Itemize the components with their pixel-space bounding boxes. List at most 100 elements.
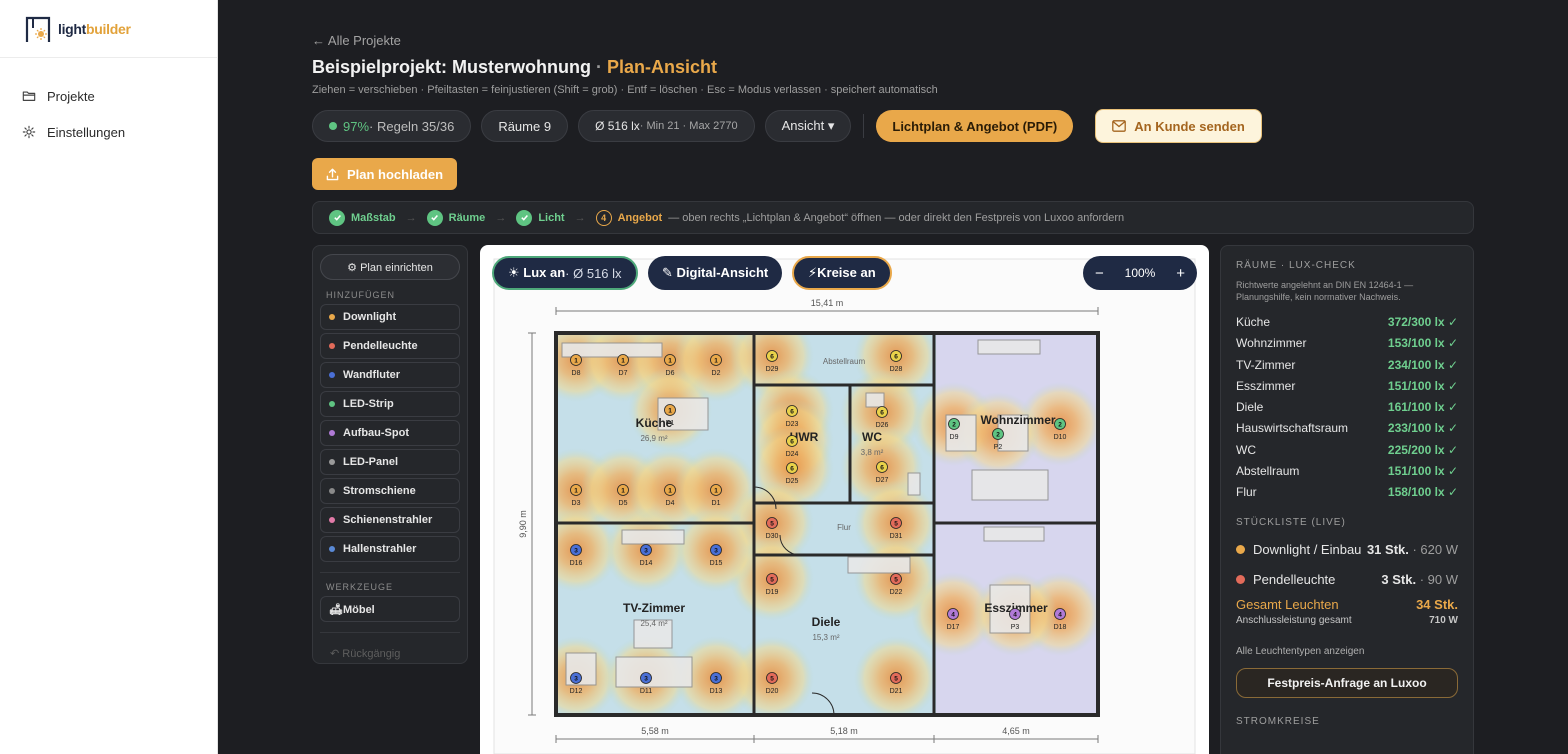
bom-watt: · 620 W [1408, 541, 1458, 557]
color-dot-icon [329, 488, 335, 494]
lux-row[interactable]: Hauswirtschaftsraum 233/100 lx ✓ [1236, 421, 1458, 442]
lux-value: 234/100 lx ✓ [1387, 357, 1458, 372]
fixture-circuit: 2 [996, 432, 1000, 439]
lux-stats-pill[interactable]: Ø 516 lx · Min 21 · Max 2770 [578, 110, 755, 142]
fixture-tool[interactable]: Schienenstrahler [320, 507, 460, 533]
fixed-price-request-button[interactable]: Festpreis-Anfrage an Luxoo [1236, 667, 1458, 698]
step-arrow-icon: → [495, 211, 507, 224]
fixture-label: D19 [766, 589, 779, 596]
keyboard-hint: Ziehen = verschieben · Pfeiltasten = fei… [312, 84, 938, 96]
fixture-label: D15 [710, 560, 723, 567]
logo-mark-icon [25, 16, 51, 42]
lux-row[interactable]: Esszimmer 151/100 lx ✓ [1236, 379, 1458, 400]
fixture-tool[interactable]: Pendelleuchte [320, 333, 460, 359]
fixture-tool[interactable]: Aufbau-Spot [320, 420, 460, 446]
lux-room: Esszimmer [1236, 378, 1296, 393]
digital-view-toggle[interactable]: ✎ Digital-Ansicht [648, 256, 783, 290]
floor-plan[interactable]: 15,41 m 9,90 m 5,58 m 5,18 m 4,65 m Küch… [480, 245, 1209, 754]
lux-minmax: · Min 21 · Max 2770 [639, 120, 738, 132]
logo-text-a: light [58, 20, 87, 37]
fixture-tool-label: Pendelleuchte [343, 340, 418, 352]
sidebar-item-projekte[interactable]: Projekte [0, 78, 217, 114]
lux-value: 233/100 lx ✓ [1387, 421, 1458, 436]
fixture-tool[interactable]: Stromschiene [320, 478, 460, 504]
fixture-tool[interactable]: Downlight [320, 304, 460, 330]
lux-row[interactable]: Diele 161/100 lx ✓ [1236, 400, 1458, 421]
fixture-label: D25 [786, 478, 799, 485]
fixture-tool[interactable]: Wandfluter [320, 362, 460, 388]
bom-count: 31 Stk. [1366, 541, 1409, 557]
room-label-flur: Flur [837, 523, 851, 532]
fixture-label: D17 [947, 624, 960, 631]
back-link[interactable]: ← Alle Projekte [312, 33, 401, 48]
fixture-circuit: 3 [644, 676, 648, 683]
show-all-types-link[interactable]: Alle Leuchtentypen anzeigen [1236, 646, 1458, 657]
lux-row[interactable]: Abstellraum 151/100 lx ✓ [1236, 464, 1458, 485]
sidebar-item-einstellungen[interactable]: Einstellungen [0, 114, 217, 150]
step-licht[interactable]: Licht [516, 209, 565, 226]
lux-value: 151/100 lx ✓ [1387, 464, 1458, 479]
color-dot-icon [329, 517, 335, 523]
fixture-label: D20 [766, 688, 779, 695]
fixture-label: D3 [572, 500, 581, 507]
fixture-label: D29 [766, 366, 779, 373]
fixture-circuit: 1 [668, 358, 672, 365]
room-area-kueche: 26,9 m² [640, 434, 667, 443]
lux-row[interactable]: Küche 372/300 lx ✓ [1236, 315, 1458, 336]
dim-bottom-3: 4,65 m [1002, 726, 1030, 736]
page-title-sep: · [591, 57, 608, 77]
fixture-circuit: 6 [790, 466, 794, 473]
step-massstab[interactable]: Maßstab [329, 209, 396, 226]
lux-room: Diele [1236, 400, 1264, 415]
logo[interactable]: lightbuilder [0, 0, 217, 58]
furniture-tool[interactable]: 🛋Möbel [320, 596, 460, 622]
folder-icon [22, 91, 36, 101]
circuits-toggle[interactable]: ⚡Kreise an [792, 256, 892, 290]
view-dropdown[interactable]: Ansicht ▾ [764, 110, 852, 142]
lux-room: Küche [1236, 315, 1271, 329]
fixture-circuit: 6 [790, 409, 794, 416]
floor-plan-canvas[interactable]: 15,41 m 9,90 m 5,58 m 5,18 m 4,65 m Küch… [480, 245, 1209, 754]
fixture-circuit: 3 [714, 676, 718, 683]
bom-count: 3 Stk. [1381, 571, 1417, 587]
lux-toggle[interactable]: ☀ Lux an · Ø 516 lx [492, 256, 638, 290]
fixture-label: D26 [876, 422, 889, 429]
fixture-label: D5 [619, 500, 628, 507]
mail-icon [1112, 120, 1127, 132]
room-label-diele: Diele [812, 615, 841, 629]
lux-row[interactable]: Flur 158/100 lx ✓ [1236, 485, 1458, 506]
fixture-circuit: 1 [668, 488, 672, 495]
rooms-pill[interactable]: Räume 9 [481, 110, 569, 142]
zoom-out-button[interactable]: − [1095, 265, 1104, 282]
lux-value: 153/100 lx ✓ [1387, 336, 1458, 351]
fixture-tool[interactable]: Hallenstrahler [320, 536, 460, 562]
step-raeume[interactable]: Räume [426, 209, 485, 226]
rules-score-pill[interactable]: 97% · Regeln 35/36 [312, 110, 472, 142]
fixture-circuit: 2 [1058, 422, 1062, 429]
pdf-offer-button[interactable]: Lichtplan & Angebot (PDF) [876, 110, 1074, 142]
fixture-tool[interactable]: LED-Panel [320, 449, 460, 475]
room-label-wohnzimmer: Wohnzimmer [980, 413, 1055, 427]
send-to-customer-button[interactable]: An Kunde senden [1095, 109, 1262, 143]
bom-row: Pendelleuchte 3 Stk. · 90 W [1236, 571, 1458, 589]
lux-row[interactable]: Wohnzimmer 153/100 lx ✓ [1236, 336, 1458, 357]
lux-row[interactable]: TV-Zimmer 234/100 lx ✓ [1236, 358, 1458, 379]
connected-load-value: 710 W [1429, 614, 1458, 626]
check-icon [329, 209, 345, 226]
zoom-in-button[interactable]: + [1176, 265, 1185, 282]
fixture-label: D9 [950, 434, 959, 441]
lux-row[interactable]: WC 225/200 lx ✓ [1236, 443, 1458, 464]
upload-plan-button[interactable]: Plan hochladen [312, 158, 457, 190]
setup-plan-button[interactable]: ⚙ Plan einrichten [320, 254, 460, 280]
lux-value: 372/300 lx ✓ [1387, 315, 1458, 329]
fixture-label: D27 [876, 477, 889, 484]
room-label-abstellraum: Abstellraum [823, 357, 866, 366]
undo-button[interactable]: ↶ Rückgängig [320, 647, 460, 660]
main-area: ← Alle Projekte Beispielprojekt: Musterw… [218, 0, 1568, 754]
step-angebot[interactable]: 4 Angebot [595, 209, 662, 226]
fixture-circuit: 6 [790, 439, 794, 446]
fixture-tool[interactable]: LED-Strip [320, 391, 460, 417]
color-dot-icon [329, 430, 335, 436]
lux-list: Küche 372/300 lx ✓ Wohnzimmer 153/100 lx ✓ T… [1236, 315, 1458, 507]
bom-row: Downlight / Einbau 31 Stk. · 620 W [1236, 541, 1458, 559]
